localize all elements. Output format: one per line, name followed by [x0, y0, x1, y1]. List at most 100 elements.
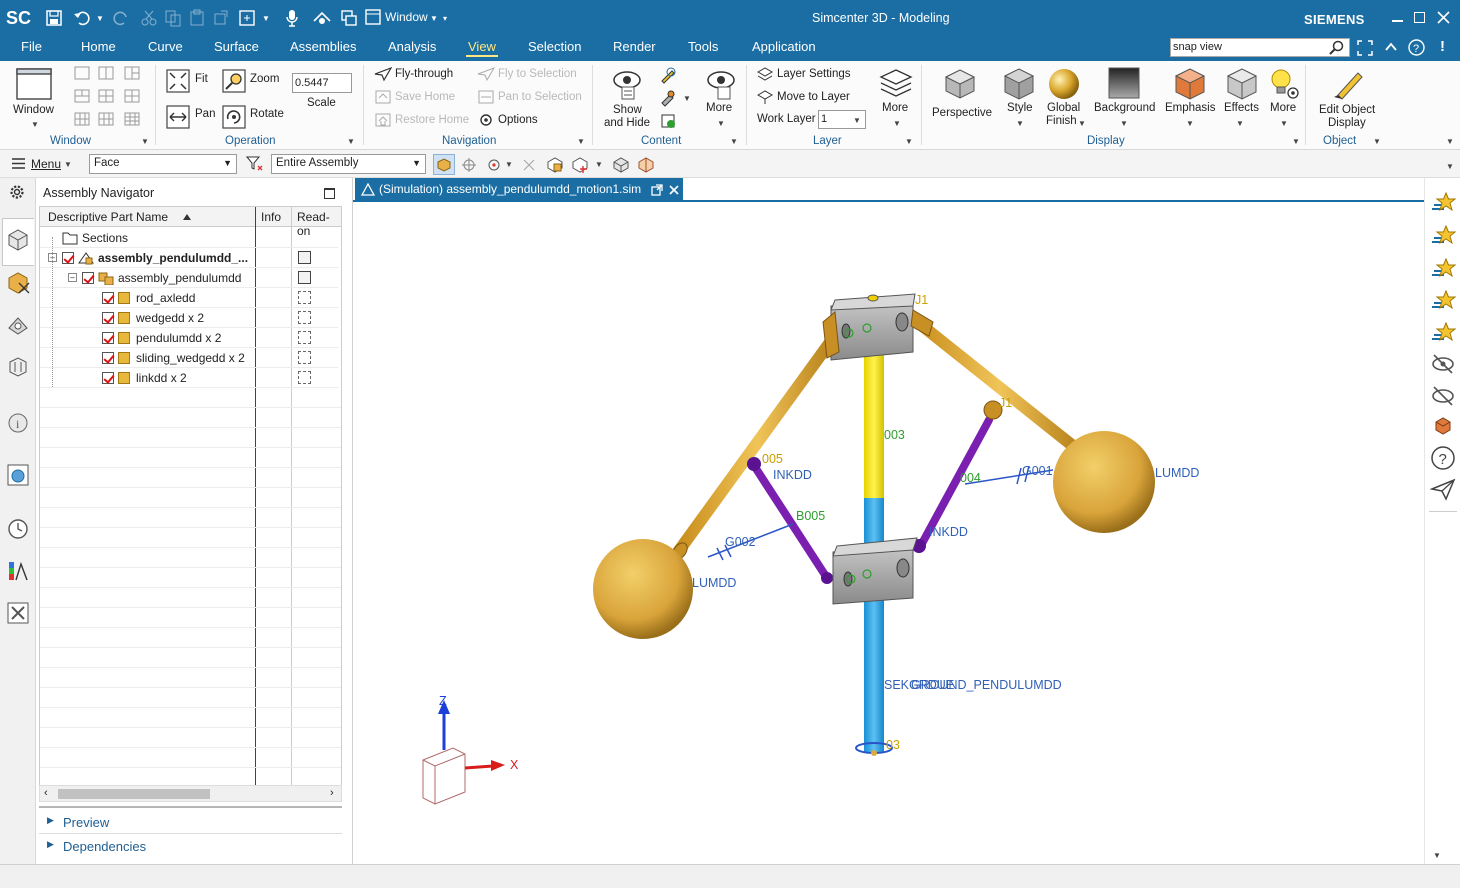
part-navigator-icon[interactable] — [7, 314, 29, 336]
view-cube-icon[interactable] — [612, 156, 630, 174]
gear-icon[interactable] — [9, 184, 25, 200]
close-button[interactable] — [1437, 11, 1450, 24]
window-button[interactable]: Window ▼ — [6, 65, 62, 131]
search-icon[interactable] — [1329, 40, 1345, 56]
operation-group-dropdown-icon[interactable]: ▼ — [347, 137, 355, 146]
tools-icon[interactable] — [7, 602, 29, 624]
post-processing-icon[interactable] — [7, 560, 29, 582]
info-icon[interactable]: i — [7, 412, 29, 434]
preview-panel-header[interactable]: ▶ Preview — [39, 812, 342, 834]
navigation-group-dropdown-icon[interactable]: ▼ — [577, 137, 585, 146]
save-icon[interactable] — [45, 9, 63, 27]
perspective-button[interactable]: Perspective — [928, 65, 994, 131]
graphics-window[interactable]: (Simulation) assembly_pendulumdd_motion1… — [352, 178, 1425, 864]
microphone-icon[interactable] — [284, 8, 300, 28]
central-rod-yellow[interactable] — [864, 342, 884, 498]
select-move-dropdown-icon[interactable]: ▼ — [595, 160, 603, 169]
toolbar-overflow-icon[interactable]: ▼ — [1446, 162, 1454, 171]
navigator-maximize-button[interactable] — [324, 188, 335, 199]
star-reset-icon[interactable] — [1430, 191, 1456, 215]
right-pendulum-rod[interactable] — [909, 314, 1089, 460]
layout-three-icon[interactable] — [124, 66, 140, 80]
selection-filter-select[interactable]: Face ▼ — [89, 154, 237, 174]
fly-through-icon[interactable] — [374, 66, 392, 82]
filter-reset-icon[interactable] — [246, 156, 264, 172]
layer-more-button[interactable]: More ▼ — [876, 65, 916, 131]
display-group-dropdown-icon[interactable]: ▼ — [1292, 137, 1300, 146]
selection-scope-select[interactable]: Entire Assembly ▼ — [271, 154, 426, 174]
checkbox-checked[interactable] — [102, 292, 114, 304]
tab-selection[interactable]: Selection — [528, 39, 581, 54]
hide-icon[interactable] — [1430, 351, 1456, 375]
layer-settings-label[interactable]: Layer Settings — [777, 68, 851, 80]
star-favorite-icon[interactable] — [1430, 289, 1456, 313]
horizontal-scrollbar[interactable]: ‹ › — [39, 785, 342, 802]
question-icon[interactable]: ? — [1430, 445, 1456, 471]
window-menu-dropdown-icon[interactable]: ▼ — [430, 14, 438, 23]
quick-pick-icon[interactable] — [521, 157, 537, 173]
content-brush-dropdown-icon[interactable]: ▼ — [683, 94, 691, 103]
tree-row-sections[interactable]: Sections — [40, 228, 338, 248]
alert-icon[interactable]: ! — [1440, 38, 1445, 55]
section-view-icon[interactable] — [637, 156, 655, 174]
checkbox-checked[interactable] — [62, 252, 74, 264]
content-group-dropdown-icon[interactable]: ▼ — [730, 137, 738, 146]
layout-two-vertical-icon[interactable] — [98, 66, 114, 80]
document-tab[interactable]: (Simulation) assembly_pendulumdd_motion1… — [355, 178, 683, 202]
star-favorite-icon[interactable] — [1430, 224, 1456, 248]
left-pendulum-ball[interactable] — [593, 539, 693, 639]
layout-six-icon[interactable] — [74, 112, 90, 126]
scroll-right-icon[interactable]: › — [330, 787, 334, 799]
rotate-label[interactable]: Rotate — [250, 108, 284, 120]
scroll-left-icon[interactable]: ‹ — [44, 787, 48, 799]
options-label[interactable]: Options — [498, 114, 538, 126]
scrollbar-thumb[interactable] — [58, 789, 210, 799]
content-brush-icon[interactable] — [659, 89, 677, 107]
tree-row-component[interactable]: rod_axledd — [40, 288, 338, 308]
content-more-button[interactable]: More ▼ — [700, 65, 740, 131]
tree-row-component[interactable]: pendulumdd x 2 — [40, 328, 338, 348]
tab-analysis[interactable]: Analysis — [388, 39, 436, 54]
constraint-navigator-icon[interactable] — [7, 271, 31, 295]
tab-view[interactable]: View — [466, 39, 498, 57]
scale-input[interactable]: 0.5447 — [292, 73, 352, 93]
layout-single-icon[interactable] — [74, 66, 90, 80]
star-favorite-icon[interactable] — [1430, 257, 1456, 281]
column-header-name[interactable]: Descriptive Part Name — [48, 210, 168, 224]
menu-dropdown-icon[interactable]: ▼ — [64, 160, 72, 169]
edit-object-display-button[interactable]: Edit Object Display — [1312, 65, 1384, 131]
rotate-icon[interactable] — [222, 105, 246, 129]
window-menu[interactable]: Window — [385, 10, 428, 24]
tree-row-component[interactable]: wedgedd x 2 — [40, 308, 338, 328]
reuse-library-icon[interactable] — [7, 356, 29, 378]
menu-button[interactable]: Menu — [31, 157, 61, 171]
web-browser-icon[interactable] — [7, 464, 29, 486]
snap-dropdown-icon[interactable]: ▼ — [505, 160, 513, 169]
snap-point-icon[interactable] — [486, 157, 502, 173]
tree-row-assembly-root[interactable]: – assembly_pendulumdd_... — [40, 248, 338, 268]
undo-icon[interactable] — [73, 9, 91, 27]
show-and-hide-button[interactable]: Show and Hide — [602, 65, 654, 131]
tree-row-component[interactable]: linkdd x 2 — [40, 368, 338, 388]
tree-row-component[interactable]: sliding_wedgedd x 2 — [40, 348, 338, 368]
collapse-ribbon-icon[interactable] — [1384, 41, 1398, 53]
tab-tools[interactable]: Tools — [688, 39, 718, 54]
move-to-layer-icon[interactable] — [756, 89, 774, 105]
layer-group-dropdown-icon[interactable]: ▼ — [905, 137, 913, 146]
fit-label[interactable]: Fit — [195, 73, 208, 85]
collapse-toggle-icon[interactable]: – — [68, 273, 77, 282]
window-group-dropdown-icon[interactable]: ▼ — [141, 137, 149, 146]
tab-home[interactable]: Home — [81, 39, 116, 54]
layout-four-alt-icon[interactable] — [124, 89, 140, 103]
dependencies-panel-header[interactable]: ▶ Dependencies — [39, 836, 342, 858]
maximize-button[interactable] — [1414, 12, 1425, 23]
tab-application[interactable]: Application — [752, 39, 816, 54]
command-search-input[interactable]: snap view — [1170, 38, 1350, 57]
layout-two-horizontal-icon[interactable] — [74, 89, 90, 103]
selection-dropdown-icon[interactable]: ▼ — [262, 14, 270, 23]
layout-nine-icon[interactable] — [124, 112, 140, 126]
fly-through-label[interactable]: Fly-through — [395, 68, 453, 80]
paper-plane-icon[interactable] — [1430, 477, 1456, 501]
tab-curve[interactable]: Curve — [148, 39, 183, 54]
undock-tab-icon[interactable] — [651, 184, 663, 196]
